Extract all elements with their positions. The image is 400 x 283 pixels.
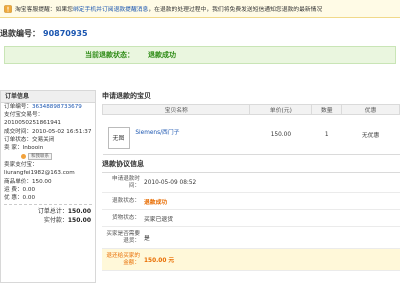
wangwang-icon: [21, 154, 26, 160]
order-total-value: 150.00: [67, 208, 91, 216]
order-number-label: 订单编号：: [4, 104, 32, 110]
refund-amount-value: 150.00 元: [144, 258, 175, 264]
divider: [4, 204, 92, 206]
table-row: 无图 Siemens/西门子 150.00 1 无优惠: [102, 114, 400, 155]
paid-amount-label: 实付款：: [43, 217, 68, 225]
seller-alipay-value: liurangfei1982@163.com: [4, 170, 75, 177]
goods-section-title: 申请退款的宝贝: [102, 92, 151, 100]
need-return-row: 买家是否需要退货： 是: [102, 227, 400, 249]
notice-text-pre: 淘宝客服提醒：如果您: [15, 7, 73, 13]
order-total: 订单总计：150.00: [1, 207, 95, 216]
deal-time: 成交时间：2010-05-02 16:51:37: [4, 128, 92, 135]
apply-time-value: 2010-05-09 08:52: [144, 179, 197, 186]
unit-price: 商品单价：150.00: [4, 178, 52, 185]
goods-price: 150.00: [249, 114, 312, 155]
refund-number-value: 90870935: [43, 28, 88, 38]
notice-text-post: ，在退款的处理过程中，我们将免费发送短信通知您退款的最新情况: [148, 7, 323, 13]
goods-name-link[interactable]: Siemens/西门子: [135, 127, 179, 136]
apply-time-label: 申请退款时间：: [112, 176, 140, 189]
order-info-panel: 订单信息 订单编号：36348898733679 支付宝交易号： 2010050…: [0, 90, 96, 283]
order-total-label: 订单总计：: [37, 208, 68, 216]
paid-amount: 实付款：150.00: [1, 216, 95, 225]
column-header-qty: 数量: [311, 104, 343, 115]
refund-status-bar: 当前退款状态： 退款成功: [4, 46, 396, 64]
goods-status-label: 货物状态：: [112, 214, 140, 221]
order-status: 订单状态：交易关闭: [4, 136, 55, 143]
notice-icon: [4, 4, 12, 13]
need-return-value: 是: [144, 236, 150, 242]
refund-number: 退款编号： 90870935: [0, 26, 88, 40]
refund-number-label: 退款编号：: [0, 28, 40, 38]
paid-amount-value: 150.00: [67, 217, 91, 225]
refund-status-label: 当前退款状态：: [85, 51, 134, 59]
order-number-row: 订单编号：36348898733679: [1, 103, 95, 111]
column-header-price: 单价(元): [249, 104, 313, 115]
seller-contact[interactable]: 和我联系: [21, 153, 95, 161]
goods-status-row: 货物状态： 买家已退货: [102, 210, 400, 227]
protocol-panel: 申请退款时间： 2010-05-09 08:52 退款状态： 退款成功 货物状态…: [102, 172, 400, 283]
column-header-name: 宝贝名称: [101, 104, 251, 115]
goods-table: 宝贝名称 单价(元) 数量 优惠 无图 Siemens/西门子 150.00 1…: [101, 104, 400, 155]
trade-number-value: 2010050251861941: [4, 120, 61, 127]
order-info-title: 订单信息: [1, 91, 95, 103]
refund-amount-row: 退还给买家的金额： 150.00 元: [102, 249, 400, 271]
column-header-discount: 优惠: [341, 104, 400, 115]
refund-amount-label: 退还给买家的金额：: [106, 253, 140, 266]
refund-status-row: 退款状态： 退款成功: [102, 193, 400, 210]
seller-row: 卖 家：Inbooin: [1, 144, 95, 152]
order-number-link[interactable]: 36348898733679: [32, 104, 82, 110]
notice-bar: 淘宝客服提醒：如果您绑定手机并订阅退款提醒消息，在退款的处理过程中，我们将免费发…: [0, 0, 400, 18]
need-return-label: 买家是否需要退货：: [106, 231, 140, 244]
notice-subscribe-link[interactable]: 绑定手机并订阅退款提醒消息: [73, 7, 148, 13]
contact-seller-button[interactable]: 和我联系: [28, 153, 52, 161]
protocol-refund-status-value: 退款成功: [144, 199, 168, 206]
apply-time-row: 申请退款时间： 2010-05-09 08:52: [102, 173, 400, 193]
seller-alipay-label: 卖家支付宝：: [4, 162, 38, 169]
protocol-section-title: 退款协议信息: [102, 160, 144, 168]
goods-name-cell: 无图 Siemens/西门子: [102, 114, 250, 155]
goods-qty: 1: [311, 114, 342, 155]
notice-text: 淘宝客服提醒：如果您绑定手机并订阅退款提醒消息，在退款的处理过程中，我们将免费发…: [15, 4, 322, 13]
discount: 优 惠：0.00: [4, 195, 36, 202]
goods-status-value: 买家已退货: [144, 216, 173, 223]
seller-name: 卖 家：Inbooin: [4, 145, 44, 152]
goods-discount: 无优惠: [341, 114, 400, 155]
trade-number-label: 支付宝交易号：: [4, 112, 44, 119]
refund-status-value: 退款成功: [148, 51, 176, 59]
goods-thumbnail[interactable]: 无图: [107, 127, 130, 149]
protocol-refund-status-label: 退款状态：: [112, 197, 140, 204]
shipping-fee: 运 费：0.00: [4, 186, 36, 193]
